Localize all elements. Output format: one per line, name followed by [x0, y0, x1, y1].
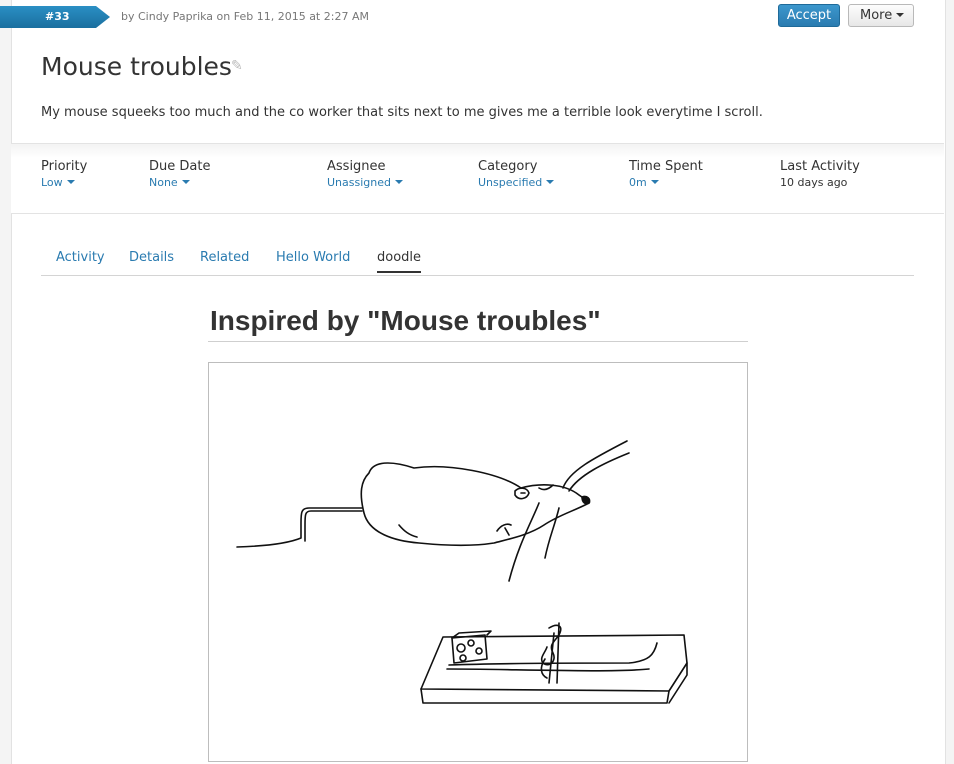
chevron-down-icon: [66, 180, 75, 184]
ticket-title: Mouse troubles: [41, 52, 232, 81]
meta-due-date-label: Due Date: [149, 159, 211, 174]
chevron-down-icon: [395, 180, 403, 184]
tab-activity[interactable]: Activity: [56, 250, 105, 271]
tab-hello-world[interactable]: Hello World: [276, 250, 350, 271]
assignee-value: Unassigned: [327, 176, 391, 189]
meta-assignee: Assignee Unassigned: [327, 159, 403, 189]
more-button-label: More: [860, 8, 893, 23]
time-spent-dropdown[interactable]: 0m: [629, 176, 703, 189]
due-date-value: None: [149, 176, 178, 189]
doodle-canvas: [208, 362, 748, 762]
ticket-tabs: Activity Details Related Hello World doo…: [41, 242, 914, 276]
assignee-dropdown[interactable]: Unassigned: [327, 176, 403, 189]
meta-assignee-label: Assignee: [327, 159, 386, 174]
meta-time-spent: Time Spent 0m: [629, 159, 703, 189]
due-date-dropdown[interactable]: None: [149, 176, 210, 189]
meta-last-activity: Last Activity 10 days ago: [780, 159, 860, 189]
divider: [208, 341, 748, 342]
priority-value: Low: [41, 176, 63, 189]
accept-button[interactable]: Accept: [778, 4, 840, 27]
meta-category-label: Category: [478, 159, 538, 174]
doodle-heading: Inspired by "Mouse troubles": [210, 305, 601, 336]
meta-last-activity-label: Last Activity: [780, 159, 860, 174]
chevron-down-icon: [650, 180, 659, 184]
meta-category: Category Unspecified: [478, 159, 555, 189]
tab-details[interactable]: Details: [129, 250, 174, 271]
ticket-description: My mouse squeeks too much and the co wor…: [41, 105, 763, 120]
more-button[interactable]: More: [848, 4, 914, 27]
ticket-id-badge[interactable]: #33: [0, 6, 110, 28]
chevron-down-icon: [546, 180, 555, 184]
chevron-down-icon: [181, 180, 190, 184]
doodle-drawing: [236, 440, 688, 704]
chevron-down-icon: [896, 13, 905, 17]
category-value: Unspecified: [478, 176, 543, 189]
category-dropdown[interactable]: Unspecified: [478, 176, 555, 189]
last-activity-value: 10 days ago: [780, 176, 848, 189]
meta-priority-label: Priority: [41, 159, 88, 174]
tab-doodle[interactable]: doodle: [377, 250, 422, 273]
ticket-byline: by Cindy Paprika on Feb 11, 2015 at 2:27…: [121, 10, 369, 23]
tab-related[interactable]: Related: [200, 250, 249, 271]
ticket-meta-bar: Priority Low Due Date None Assignee Unas…: [11, 143, 944, 214]
priority-dropdown[interactable]: Low: [41, 176, 87, 189]
meta-due-date: Due Date None: [149, 159, 210, 189]
pencil-icon[interactable]: ✎: [231, 58, 243, 74]
time-spent-value: 0m: [629, 176, 647, 189]
meta-priority: Priority Low: [41, 159, 87, 189]
meta-time-spent-label: Time Spent: [629, 159, 703, 174]
